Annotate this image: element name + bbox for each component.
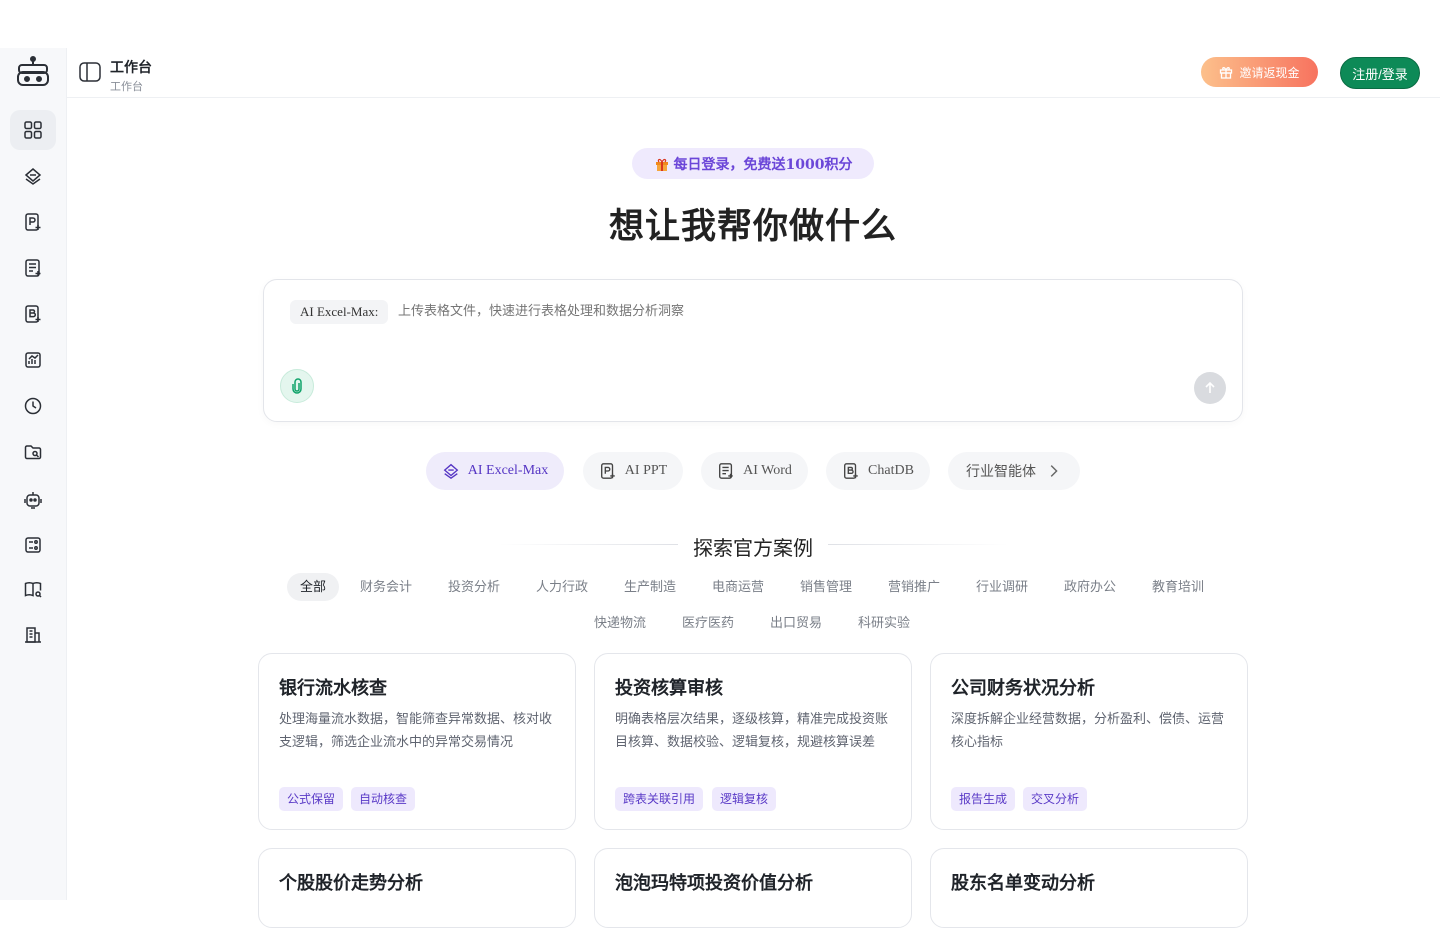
ppt-icon	[600, 463, 615, 479]
building-icon	[25, 627, 41, 643]
tool-label: ChatDB	[868, 463, 914, 478]
category-research[interactable]: 行业调研	[968, 573, 1036, 601]
category-manufacturing[interactable]: 生产制造	[616, 573, 684, 601]
explore-title: 探索官方案例	[693, 538, 813, 560]
category-finance[interactable]: 财务会计	[352, 573, 420, 601]
category-logistics[interactable]: 快递物流	[586, 609, 654, 637]
gift-icon	[655, 158, 668, 171]
category-education[interactable]: 教育培训	[1144, 573, 1212, 601]
tool-tab-ai-word[interactable]: AI Word	[701, 452, 808, 490]
category-medical[interactable]: 医疗医药	[674, 609, 742, 637]
chatdb-icon	[25, 305, 41, 323]
case-card[interactable]: 个股股价走势分析	[258, 848, 576, 928]
sidebar-item-analysis[interactable]	[10, 340, 56, 380]
arrow-up-icon	[1205, 381, 1215, 393]
card-description: 处理海量流水数据，智能筛查异常数据、核对收支逻辑，筛选企业流水中的异常交易情况	[279, 711, 553, 749]
category-hr[interactable]: 人力行政	[528, 573, 596, 601]
tool-label: AI PPT	[624, 463, 668, 478]
promo-text: 每日登录，免费送1000积分	[673, 156, 853, 173]
case-card[interactable]: 银行流水核查 处理海量流水数据，智能筛查异常数据、核对收支逻辑，筛选企业流水中的…	[258, 653, 576, 830]
card-tag: 自动核查	[351, 787, 416, 811]
category-government[interactable]: 政府办公	[1056, 573, 1124, 601]
page-title: 工作台	[110, 59, 152, 75]
case-card[interactable]: 股东名单变动分析	[930, 848, 1248, 928]
card-tag: 交叉分析	[1023, 787, 1088, 811]
card-tag: 逻辑复核	[712, 787, 777, 811]
card-title: 泡泡玛特项投资价值分析	[615, 873, 813, 893]
gift-icon	[1220, 67, 1233, 79]
paperclip-icon	[292, 378, 302, 394]
category-all[interactable]: 全部	[287, 573, 339, 601]
tool-tab-ai-ppt[interactable]: AI PPT	[583, 452, 683, 490]
sidebar-item-chatdb[interactable]	[10, 294, 56, 334]
case-card[interactable]: 公司财务状况分析 深度拆解企业经营数据，分析盈利、偿债、运营核心指标 报告生成 …	[930, 653, 1248, 830]
sidebar-item-history[interactable]	[10, 386, 56, 426]
category-investment[interactable]: 投资分析	[440, 573, 508, 601]
hero-title: 想让我帮你做什么	[608, 207, 897, 246]
excel-icon	[24, 168, 42, 185]
breadcrumb: 工作台	[110, 81, 143, 93]
category-export[interactable]: 出口贸易	[762, 609, 830, 637]
sidebar-item-excel[interactable]	[10, 156, 56, 196]
excel-icon	[443, 463, 459, 480]
chart-icon	[25, 352, 41, 368]
prompt-input-box: AI Excel-Max:	[263, 279, 1243, 422]
tool-label: AI Word	[743, 463, 792, 478]
sidebar-item-enterprise[interactable]	[10, 615, 56, 655]
card-title: 银行流水核查	[279, 678, 387, 698]
daily-login-promo-badge[interactable]: 每日登录，免费送1000积分	[632, 148, 874, 179]
top-strip	[0, 0, 1440, 48]
card-tag: 公式保留	[279, 787, 344, 811]
grid-icon	[24, 121, 42, 139]
send-button[interactable]	[1194, 372, 1226, 404]
login-register-button[interactable]: 注册/登录	[1340, 57, 1420, 89]
attach-file-button[interactable]	[280, 369, 314, 403]
card-description: 深度拆解企业经营数据，分析盈利、偿债、运营核心指标	[951, 711, 1225, 749]
tool-tab-chatdb[interactable]: ChatDB	[826, 452, 930, 490]
prompt-input[interactable]	[398, 303, 1098, 318]
card-description: 明确表格层次结果，逐级核算，精准完成投资账目核算、数据校验、逻辑复核，规避核算误…	[615, 711, 889, 749]
sidebar-item-workbench[interactable]	[10, 110, 56, 150]
card-title: 公司财务状况分析	[951, 678, 1095, 698]
card-title: 个股股价走势分析	[279, 873, 423, 893]
sidebar-item-files[interactable]	[10, 432, 56, 472]
category-lab[interactable]: 科研实验	[850, 609, 918, 637]
word-icon	[25, 259, 41, 277]
card-tag: 报告生成	[951, 787, 1016, 811]
tool-tab-industry-agents[interactable]: 行业智能体	[948, 452, 1080, 490]
tool-label: AI Excel-Max	[467, 463, 549, 478]
chatdb-icon	[844, 463, 858, 479]
tool-label: 行业智能体	[966, 463, 1036, 479]
word-icon	[719, 463, 733, 479]
tool-tab-ai-excel-max[interactable]: AI Excel-Max	[426, 452, 564, 490]
category-ecommerce[interactable]: 电商运营	[704, 573, 772, 601]
history-icon	[24, 397, 42, 415]
sidebar-toggle-icon[interactable]	[78, 61, 102, 83]
folder-icon	[24, 445, 42, 460]
robot-logo-icon	[15, 56, 51, 88]
case-card[interactable]: 投资核算审核 明确表格层次结果，逐级核算，精准完成投资账目核算、数据校验、逻辑复…	[594, 653, 912, 830]
invite-cashback-button[interactable]: 邀请返现金	[1201, 57, 1318, 87]
case-card[interactable]: 泡泡玛特项投资价值分析	[594, 848, 912, 928]
top-header: 工作台 工作台 邀请返现金 注册/登录	[66, 48, 1440, 98]
sidebar-item-agents[interactable]	[10, 480, 56, 520]
mode-chip[interactable]: AI Excel-Max:	[290, 300, 389, 324]
sidebar-item-knowledge[interactable]	[10, 569, 56, 609]
book-icon	[24, 582, 42, 598]
category-sales[interactable]: 销售管理	[792, 573, 860, 601]
category-marketing[interactable]: 营销推广	[880, 573, 948, 601]
sidebar	[0, 48, 67, 900]
card-title: 股东名单变动分析	[951, 873, 1095, 893]
sidebar-item-word[interactable]	[10, 248, 56, 288]
invite-label: 邀请返现金	[1239, 65, 1300, 80]
card-title: 投资核算审核	[615, 678, 723, 698]
robot-icon	[24, 492, 42, 509]
card-tag: 跨表关联引用	[615, 787, 704, 811]
chevron-right-icon	[1050, 465, 1058, 477]
